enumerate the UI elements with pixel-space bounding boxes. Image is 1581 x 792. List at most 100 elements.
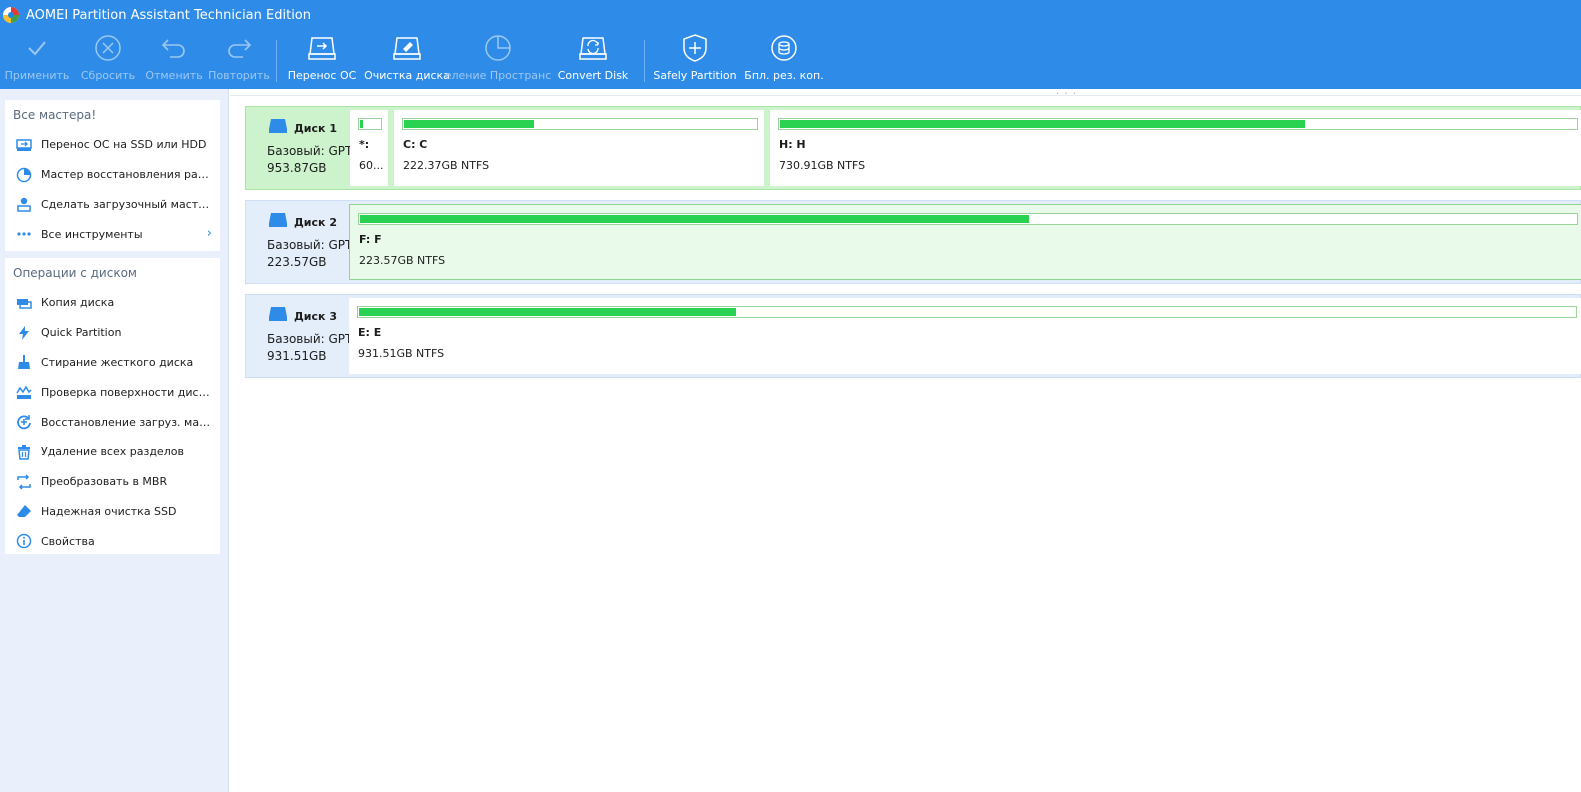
disk-row[interactable]: Диск 1 Базовый: GPT 953.87GB *: 60... C:… xyxy=(245,106,1581,190)
partition-block[interactable]: H: H 730.91GB NTFS xyxy=(770,110,1581,186)
operation-label: Свойства xyxy=(41,534,95,548)
partition-info: 730.91GB NTFS xyxy=(779,159,866,172)
safely-partition-button[interactable]: Safely Partition xyxy=(653,32,737,86)
undo-label: Отменить xyxy=(145,69,203,82)
usage-bar xyxy=(402,118,758,130)
redo-icon xyxy=(223,32,255,64)
operation-label: Преобразовать в MBR xyxy=(41,475,168,489)
usage-bar xyxy=(778,118,1578,130)
op-quick-partition[interactable]: Quick Partition xyxy=(5,318,220,348)
wizard-migrate-os[interactable]: Перенос ОС на SSD или HDD xyxy=(5,130,220,160)
disk-name: Диск 1 xyxy=(294,122,337,135)
backup-database-icon xyxy=(768,32,800,64)
op-rebuild-mbr[interactable]: Восстановление загруз. масте... xyxy=(5,407,220,437)
toolbar-separator xyxy=(644,40,645,82)
window-title: AOMEI Partition Assistant Technician Edi… xyxy=(26,7,312,23)
undo-button[interactable]: Отменить xyxy=(145,32,203,86)
partition-info: 222.37GB NTFS xyxy=(403,159,490,172)
partition-label: *: xyxy=(359,138,370,151)
title-and-toolbar: AOMEI Partition Assistant Technician Edi… xyxy=(0,0,1581,89)
disk-type: Базовый: GPT xyxy=(267,238,350,252)
migrate-os-icon xyxy=(16,137,32,153)
partition-info: 223.57GB NTFS xyxy=(359,254,446,267)
disk-size: 931.51GB xyxy=(267,349,327,363)
disk-copy-icon xyxy=(16,295,32,311)
toolbar-separator xyxy=(276,40,277,82)
discard-button[interactable]: Сбросить xyxy=(80,32,136,86)
wipe-disk-button[interactable]: Очистка диска xyxy=(364,32,450,86)
op-delete-all-partitions[interactable]: Удаление всех разделов xyxy=(5,437,220,467)
disk-row[interactable]: Диск 3 Базовый: GPT 931.51GB E: E 931.51… xyxy=(245,294,1581,378)
convert-disk-icon xyxy=(577,32,609,64)
disk-row[interactable]: Диск 2 Базовый: GPT 223.57GB F: F 223.57… xyxy=(245,200,1581,284)
partition-info: 60... xyxy=(359,159,384,172)
partition-label: H: H xyxy=(779,138,806,151)
usage-fill xyxy=(404,120,534,128)
wizard-bootable-media[interactable]: Сделать загрузочный мастер-... xyxy=(5,190,220,220)
partition-label: F: F xyxy=(359,233,382,246)
allocate-space-button[interactable]: еление Пространс xyxy=(445,32,551,86)
broom-icon xyxy=(16,354,32,370)
shield-plus-icon xyxy=(679,32,711,64)
info-icon xyxy=(16,533,32,549)
hard-disk-icon xyxy=(268,212,288,228)
sidebar: Все мастера! Перенос ОС на SSD или HDD М… xyxy=(0,89,229,792)
usage-fill xyxy=(360,120,363,128)
wizard-label: Перенос ОС на SSD или HDD xyxy=(41,138,207,152)
op-surface-test[interactable]: Проверка поверхности диска xyxy=(5,377,220,407)
op-convert-to-mbr[interactable]: Преобразовать в MBR xyxy=(5,467,220,497)
wizard-partition-recovery[interactable]: Мастер восстановления раздела xyxy=(5,160,220,190)
wipe-disk-icon xyxy=(391,32,423,64)
operation-label: Копия диска xyxy=(41,296,115,310)
disk-map-area: · · · Диск 1 Базовый: GPT 953.87GB *: 60… xyxy=(230,89,1581,792)
partition-block[interactable]: *: 60... xyxy=(350,110,388,186)
usage-bar xyxy=(358,213,1578,225)
usage-bar xyxy=(358,118,382,130)
backup-button[interactable]: Бпл. рез. коп. xyxy=(744,32,824,86)
disk-size: 953.87GB xyxy=(267,161,327,175)
disk-size: 223.57GB xyxy=(267,255,327,269)
usage-fill xyxy=(359,308,736,316)
op-properties[interactable]: Свойства xyxy=(5,526,220,556)
rebuild-mbr-icon xyxy=(16,414,32,430)
wizard-label: Мастер восстановления раздела xyxy=(41,168,211,182)
partition-block[interactable]: C: C 222.37GB NTFS xyxy=(394,110,764,186)
eraser-icon xyxy=(16,503,32,519)
apply-label: Применить xyxy=(4,69,70,82)
operation-label: Надежная очистка SSD xyxy=(41,504,177,518)
partition-block[interactable]: E: E 931.51GB NTFS xyxy=(349,298,1581,374)
wizard-all-tools[interactable]: Все инструменты › xyxy=(5,219,220,249)
operation-label: Восстановление загруз. масте... xyxy=(41,415,211,429)
divider xyxy=(230,95,1581,96)
partition-label: E: E xyxy=(358,326,382,339)
convert-disk-button[interactable]: Convert Disk xyxy=(558,32,628,86)
more-dots-icon xyxy=(16,226,32,242)
migrate-os-button[interactable]: Перенос ОС xyxy=(288,32,356,86)
op-wipe-hard-drive[interactable]: Стирание жесткого диска xyxy=(5,348,220,378)
hard-disk-icon xyxy=(268,306,288,322)
op-ssd-secure-erase[interactable]: Надежная очистка SSD xyxy=(5,497,220,527)
disk-info: Диск 1 Базовый: GPT 953.87GB xyxy=(246,107,350,189)
apply-button[interactable]: Применить xyxy=(5,32,69,86)
checkmark-icon xyxy=(21,32,53,64)
chevron-right-icon: › xyxy=(206,226,212,242)
migrate-os-icon xyxy=(306,32,338,64)
op-disk-copy[interactable]: Копия диска xyxy=(5,288,220,318)
disk-info: Диск 2 Базовый: GPT 223.57GB xyxy=(246,201,350,283)
lightning-icon xyxy=(16,325,32,341)
backup-label: Бпл. рез. коп. xyxy=(744,69,824,82)
disk-type: Базовый: GPT xyxy=(267,332,350,346)
migrate-os-label: Перенос ОС xyxy=(287,69,357,82)
splitter-grip[interactable]: · · · xyxy=(1056,89,1077,100)
convert-icon xyxy=(16,474,32,490)
app-window: AOMEI Partition Assistant Technician Edi… xyxy=(0,0,1581,792)
wizard-label: Все инструменты xyxy=(41,227,143,241)
redo-button[interactable]: Повторить xyxy=(208,32,270,86)
surface-test-icon xyxy=(16,384,32,400)
wipe-disk-label: Очистка диска xyxy=(364,69,450,82)
aomei-logo-icon xyxy=(0,6,22,24)
cancel-circle-icon xyxy=(92,32,124,64)
usage-fill xyxy=(360,215,1029,223)
operation-label: Стирание жесткого диска xyxy=(41,355,194,369)
partition-block[interactable]: F: F 223.57GB NTFS xyxy=(349,204,1581,280)
